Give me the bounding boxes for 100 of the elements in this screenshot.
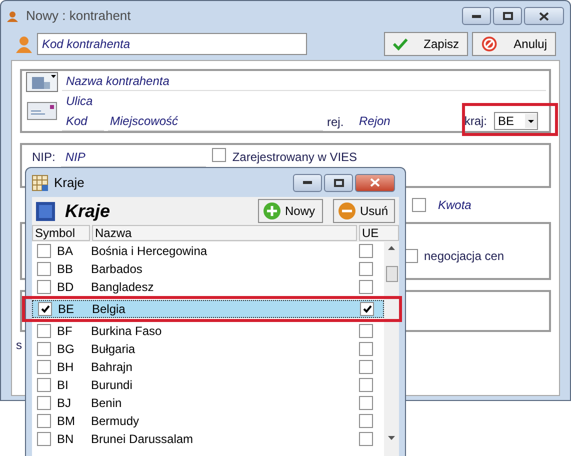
city-field[interactable]: Miejscowość xyxy=(108,112,323,130)
close-icon xyxy=(539,12,549,20)
name-cell-text: Benin xyxy=(91,396,123,410)
maximize-button[interactable] xyxy=(493,7,522,25)
close-button[interactable] xyxy=(355,174,395,192)
cancel-button[interactable]: Anuluj xyxy=(472,32,556,56)
section-label: s xyxy=(16,337,22,354)
minimize-icon xyxy=(303,181,312,184)
column-header[interactable]: Nazwa xyxy=(92,225,357,241)
column-header[interactable]: Symbol xyxy=(32,225,90,241)
building-icon xyxy=(26,72,58,92)
name-cell-text: Barbados xyxy=(91,262,144,276)
row-checkbox[interactable] xyxy=(37,432,51,446)
vies-checkbox[interactable] xyxy=(212,148,226,162)
table-row[interactable]: BG Bułgaria xyxy=(32,340,384,358)
symbol-cell-text: BM xyxy=(56,413,76,430)
window-title: Nowy : kontrahent xyxy=(26,7,132,26)
symbol-cell-text: BI xyxy=(56,377,70,394)
row-checkbox[interactable] xyxy=(38,302,52,316)
row-checkbox[interactable] xyxy=(37,396,51,410)
row-checkbox[interactable] xyxy=(37,262,51,276)
name-cell-text: Brunei Darussalam xyxy=(91,432,194,446)
row-checkbox[interactable] xyxy=(37,378,51,392)
eu-checkbox[interactable] xyxy=(359,280,373,294)
row-checkbox[interactable] xyxy=(37,342,51,356)
scrollbar[interactable] xyxy=(384,242,399,456)
minimize-icon xyxy=(472,14,481,18)
row-checkbox[interactable] xyxy=(37,360,51,374)
name-cell-text: Bułgaria xyxy=(91,342,136,356)
table-row[interactable]: BF Burkina Faso xyxy=(32,322,384,340)
eu-checkbox[interactable] xyxy=(359,378,373,392)
prohibited-icon xyxy=(481,35,498,53)
table-row[interactable]: BM Bermudy xyxy=(32,412,384,430)
amount-field[interactable]: Kwota xyxy=(438,196,472,214)
checkmark-icon xyxy=(40,305,50,313)
minus-icon xyxy=(338,202,356,220)
name-cell-text: Belgia xyxy=(92,302,126,316)
symbol-cell-text: BH xyxy=(56,359,75,376)
symbol-cell-text: BA xyxy=(56,243,74,260)
minimize-button[interactable] xyxy=(293,174,322,192)
nip-label: NIP: xyxy=(32,149,56,166)
eu-checkbox[interactable] xyxy=(359,342,373,356)
row-checkbox[interactable] xyxy=(37,414,51,428)
street-field[interactable]: Ulica xyxy=(62,91,546,111)
name-cell-text: Bermudy xyxy=(91,414,140,428)
table-row[interactable]: BJ Benin xyxy=(32,394,384,412)
code-input-field[interactable]: Kod kontrahenta xyxy=(37,33,307,55)
country-dropdown[interactable]: BE xyxy=(494,112,538,130)
eu-checkbox[interactable] xyxy=(359,414,373,428)
postal-code-field[interactable]: Kod xyxy=(62,112,104,130)
plus-icon xyxy=(263,202,281,220)
symbol-cell-text: BG xyxy=(56,341,76,358)
name-cell-text: Bangladesz xyxy=(91,280,155,294)
scroll-thumb[interactable] xyxy=(386,266,398,282)
name-cell-text: Burundi xyxy=(91,378,134,392)
row-checkbox[interactable] xyxy=(37,280,51,294)
symbol-cell-text: BN xyxy=(56,431,75,448)
eu-checkbox[interactable] xyxy=(359,360,373,374)
symbol-cell-text: BB xyxy=(56,261,74,278)
symbol-cell-text: BE xyxy=(57,301,76,318)
maximize-button[interactable] xyxy=(324,174,353,192)
symbol-cell-text: BD xyxy=(56,279,75,296)
table-row[interactable]: BN Brunei Darussalam xyxy=(32,430,384,448)
eu-checkbox[interactable] xyxy=(359,244,373,258)
vies-label: Zarejestrowany w VIES xyxy=(232,149,358,166)
table-row[interactable]: BH Bahrajn xyxy=(32,358,384,376)
eu-checkbox[interactable] xyxy=(359,396,373,410)
row-checkbox[interactable] xyxy=(37,244,51,258)
country-label: kraj: xyxy=(463,113,487,130)
table-row[interactable]: BB Barbados xyxy=(32,260,384,278)
name-cell-text: Bośnia i Hercegowina xyxy=(91,244,208,258)
symbol-cell-text: BF xyxy=(56,323,74,340)
row-checkbox[interactable] xyxy=(37,324,51,338)
new-button[interactable]: Nowy xyxy=(258,199,323,223)
minimize-button[interactable] xyxy=(462,7,491,25)
close-button[interactable] xyxy=(524,7,564,25)
negotiation-label: negocjacja cen xyxy=(424,248,504,265)
table-row[interactable]: BA Bośnia i Hercegowina xyxy=(32,242,384,260)
delete-button[interactable]: Usuń xyxy=(333,199,395,223)
dialog-title: Kraje xyxy=(54,174,86,192)
eu-checkbox[interactable] xyxy=(359,432,373,446)
checkmark-icon xyxy=(362,305,372,313)
table-icon xyxy=(32,174,48,190)
scroll-up-icon xyxy=(388,246,395,250)
eu-checkbox[interactable] xyxy=(360,302,374,316)
amount-checkbox[interactable] xyxy=(412,198,426,212)
company-name-field[interactable]: Nazwa kontrahenta xyxy=(62,71,546,91)
region-label: rej. xyxy=(327,114,345,131)
checkmark-icon xyxy=(393,37,408,51)
close-icon xyxy=(370,178,380,187)
column-header[interactable]: UE xyxy=(359,225,399,241)
table-row[interactable]: BI Burundi xyxy=(32,376,384,394)
envelope-icon xyxy=(27,102,57,120)
region-field[interactable]: Rejon xyxy=(357,112,457,130)
table-row[interactable]: BE Belgia xyxy=(32,300,384,318)
maximize-icon xyxy=(502,12,512,20)
eu-checkbox[interactable] xyxy=(359,324,373,338)
save-button[interactable]: Zapisz xyxy=(384,32,468,56)
table-row[interactable]: BD Bangladesz xyxy=(32,278,384,296)
eu-checkbox[interactable] xyxy=(359,262,373,276)
